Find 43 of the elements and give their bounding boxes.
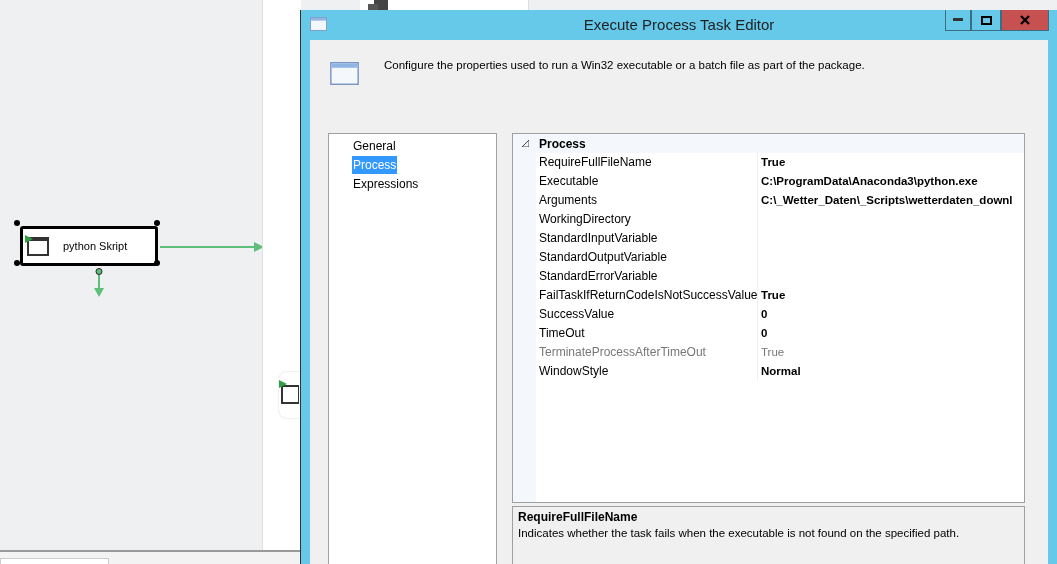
window-title: Execute Process Task Editor — [583, 16, 775, 33]
collapse-icon[interactable] — [522, 140, 529, 147]
property-value[interactable]: True — [758, 286, 786, 305]
task-node[interactable]: python Skript — [20, 226, 158, 266]
property-name[interactable]: TimeOut — [536, 324, 758, 343]
header-description: Configure the properties used to run a Win32 executable or a batch file as part of the package. — [384, 59, 865, 71]
property-name[interactable]: FailTaskIfReturnCodeIsNotSuccessValue — [536, 286, 758, 305]
category-label: Process — [539, 136, 586, 151]
description-title: RequireFullFileName — [518, 510, 639, 524]
node-label: python Skript — [63, 240, 128, 252]
property-name[interactable]: WindowStyle — [536, 362, 758, 381]
property-name[interactable]: RequireFullFileName — [536, 153, 758, 172]
resize-handle[interactable] — [14, 220, 20, 226]
close-button[interactable] — [1001, 10, 1049, 31]
window-icon — [330, 62, 359, 85]
minimize-button[interactable] — [945, 10, 971, 31]
navigation-item[interactable]: General — [352, 137, 397, 155]
property-name[interactable]: Executable — [536, 172, 758, 191]
property-name[interactable]: StandardOutputVariable — [536, 248, 758, 267]
property-value[interactable]: C:\_Wetter_Daten\_Scripts\wetterdaten_downl — [758, 191, 1013, 210]
resize-handle[interactable] — [14, 260, 20, 266]
resize-handle[interactable] — [154, 220, 160, 226]
connector-arrow — [94, 268, 104, 297]
description-text: Indicates whether the task fails when the executable is not found on the specified path. — [518, 527, 961, 539]
maximize-icon — [980, 15, 992, 25]
property-name[interactable]: StandardInputVariable — [536, 229, 758, 248]
property-name[interactable]: WorkingDirectory — [536, 210, 758, 229]
property-value[interactable]: Normal — [758, 362, 801, 381]
resize-handle[interactable] — [154, 260, 160, 266]
property-value[interactable]: C:\ProgramData\Anaconda3\python.exe — [758, 172, 978, 191]
task-icon — [25, 234, 51, 258]
minimize-icon — [953, 18, 963, 22]
property-name[interactable]: StandardErrorVariable — [536, 267, 758, 286]
property-value[interactable]: True — [758, 153, 786, 172]
property-value[interactable]: 0 — [758, 324, 768, 343]
maximize-button[interactable] — [971, 10, 1001, 31]
window-icon — [310, 17, 327, 31]
toolbox-item[interactable] — [360, 0, 529, 10]
navigation-item[interactable]: Expressions — [352, 175, 420, 193]
property-name[interactable]: SuccessValue — [536, 305, 758, 324]
property-name[interactable]: Arguments — [536, 191, 758, 210]
property-value[interactable]: 0 — [758, 305, 768, 324]
close-icon — [1020, 15, 1030, 25]
